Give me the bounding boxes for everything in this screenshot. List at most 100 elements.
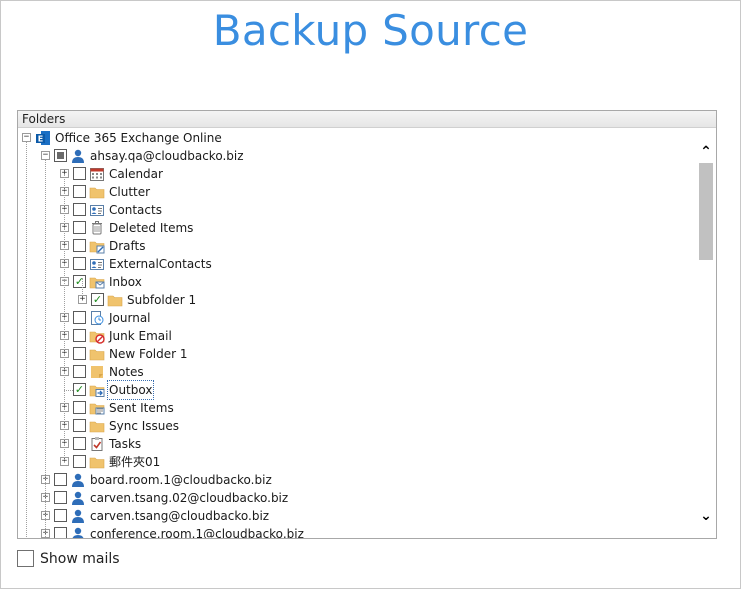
- page-title: Backup Source: [212, 6, 529, 55]
- scrollbar-thumb[interactable]: [699, 163, 713, 260]
- tree-item-folder[interactable]: + Clutter: [18, 183, 696, 201]
- folder-icon: [89, 184, 105, 200]
- tree-item-folder[interactable]: + Journal: [18, 309, 696, 327]
- tree-item-folder[interactable]: + Sync Issues: [18, 417, 696, 435]
- show-mails-checkbox[interactable]: [17, 550, 34, 567]
- item-checkbox[interactable]: [73, 185, 86, 198]
- tree-item-label: Clutter: [109, 185, 151, 199]
- tree-item-user[interactable]: + board.room.1@cloudbacko.biz: [18, 471, 696, 489]
- exchange-icon: E: [35, 130, 51, 146]
- tree-item-label: conference.room.1@cloudbacko.biz: [90, 527, 304, 539]
- tree-item-label: 郵件夾01: [109, 455, 161, 469]
- item-checkbox[interactable]: ✓: [91, 293, 104, 306]
- item-checkbox[interactable]: [54, 509, 67, 522]
- tree-item-label: carven.tsang.02@cloudbacko.biz: [90, 491, 289, 505]
- tree-connector: [82, 278, 83, 296]
- scroll-down-icon[interactable]: ⌄: [697, 507, 715, 525]
- tree-item-label: Drafts: [109, 239, 146, 253]
- tree-item-folder[interactable]: + 郵件夾01: [18, 453, 696, 471]
- user-icon: [70, 490, 86, 506]
- tree-item-folder[interactable]: + Junk Email: [18, 327, 696, 345]
- item-checkbox[interactable]: [73, 257, 86, 270]
- tree-item-label: Junk Email: [109, 329, 172, 343]
- folder-icon: [89, 454, 105, 470]
- item-checkbox[interactable]: [73, 239, 86, 252]
- collapse-icon[interactable]: −: [41, 151, 50, 160]
- tree-item-folder[interactable]: − ✓ Inbox: [18, 273, 696, 291]
- tree-item-folder[interactable]: + Contacts: [18, 201, 696, 219]
- item-checkbox[interactable]: [54, 149, 67, 162]
- item-checkbox[interactable]: [73, 455, 86, 468]
- tree-item-folder[interactable]: ✓ Outbox: [18, 380, 696, 400]
- tree-item-label: Contacts: [109, 203, 162, 217]
- folder-icon: [107, 292, 123, 308]
- item-checkbox[interactable]: [73, 311, 86, 324]
- tree-item-user[interactable]: − ahsay.qa@cloudbacko.biz: [18, 147, 696, 165]
- item-checkbox[interactable]: [73, 347, 86, 360]
- tree-item-label: Sent Items: [109, 401, 174, 415]
- item-checkbox[interactable]: [54, 527, 67, 538]
- item-checkbox[interactable]: [73, 419, 86, 432]
- vertical-scrollbar[interactable]: ⌃ ⌄: [697, 129, 715, 537]
- tree-item-label: Journal: [109, 311, 151, 325]
- trash-icon: [89, 220, 105, 236]
- tree-item-folder[interactable]: + Sent Items: [18, 399, 696, 417]
- tree-item-label: Calendar: [109, 167, 163, 181]
- folder-icon: [89, 418, 105, 434]
- tree-item-folder[interactable]: + Notes: [18, 363, 696, 381]
- user-icon: [70, 526, 86, 538]
- tree-connector: [45, 160, 46, 538]
- tree-connector: [64, 390, 73, 391]
- item-checkbox[interactable]: [73, 401, 86, 414]
- tree-item-label: Outbox: [106, 380, 155, 400]
- tree-item-folder[interactable]: + ✓ Subfolder 1: [18, 291, 696, 309]
- scroll-up-icon[interactable]: ⌃: [697, 143, 715, 161]
- item-checkbox[interactable]: [73, 203, 86, 216]
- contact-card-icon: [89, 202, 105, 218]
- user-icon: [70, 508, 86, 524]
- tree-item-label: New Folder 1: [109, 347, 188, 361]
- tree-item-user[interactable]: + carven.tsang.02@cloudbacko.biz: [18, 489, 696, 507]
- tree-item-folder[interactable]: + ExternalContacts: [18, 255, 696, 273]
- tree-item-label: ExternalContacts: [109, 257, 212, 271]
- tree-item-label: board.room.1@cloudbacko.biz: [90, 473, 272, 487]
- item-checkbox[interactable]: ✓: [73, 383, 86, 396]
- tree-item-label: Inbox: [109, 275, 142, 289]
- junk-folder-icon: [89, 328, 105, 344]
- sent-folder-icon: [89, 400, 105, 416]
- item-checkbox[interactable]: [73, 365, 86, 378]
- tree-item-folder[interactable]: + Tasks: [18, 435, 696, 453]
- calendar-icon: [89, 166, 105, 182]
- tree-item-folder[interactable]: + Drafts: [18, 237, 696, 255]
- drafts-folder-icon: [89, 238, 105, 254]
- item-checkbox[interactable]: ✓: [73, 275, 86, 288]
- expand-icon[interactable]: +: [78, 295, 87, 304]
- folders-panel: Folders − E Office 365 Exchange Online − ahs…: [17, 110, 717, 539]
- tree-item-folder[interactable]: + Deleted Items: [18, 219, 696, 237]
- contact-card-icon: [89, 256, 105, 272]
- folders-header: Folders: [18, 111, 716, 128]
- item-checkbox[interactable]: [54, 473, 67, 486]
- inbox-folder-icon: [89, 274, 105, 290]
- collapse-icon[interactable]: −: [22, 133, 31, 142]
- tree-item-root[interactable]: − E Office 365 Exchange Online: [18, 129, 696, 147]
- item-checkbox[interactable]: [73, 167, 86, 180]
- item-checkbox[interactable]: [73, 437, 86, 450]
- tree-item-label: Sync Issues: [109, 419, 180, 433]
- tree-item-label: Subfolder 1: [127, 293, 197, 307]
- user-icon: [70, 148, 86, 164]
- item-checkbox[interactable]: [73, 329, 86, 342]
- item-checkbox[interactable]: [73, 221, 86, 234]
- tree-item-folder[interactable]: + New Folder 1: [18, 345, 696, 363]
- tree-item-folder[interactable]: + Calendar: [18, 165, 696, 183]
- tasks-icon: [89, 436, 105, 452]
- user-icon: [70, 472, 86, 488]
- tree-item-label: ahsay.qa@cloudbacko.biz: [90, 149, 244, 163]
- tree-item-label: Notes: [109, 365, 144, 379]
- folder-tree: − E Office 365 Exchange Online − ahsay.qa@cl…: [18, 129, 696, 539]
- tree-connector: [64, 174, 65, 462]
- notes-icon: [89, 364, 105, 380]
- tree-item-user[interactable]: + carven.tsang@cloudbacko.biz: [18, 507, 696, 525]
- item-checkbox[interactable]: [54, 491, 67, 504]
- tree-item-user[interactable]: + conference.room.1@cloudbacko.biz: [18, 525, 696, 539]
